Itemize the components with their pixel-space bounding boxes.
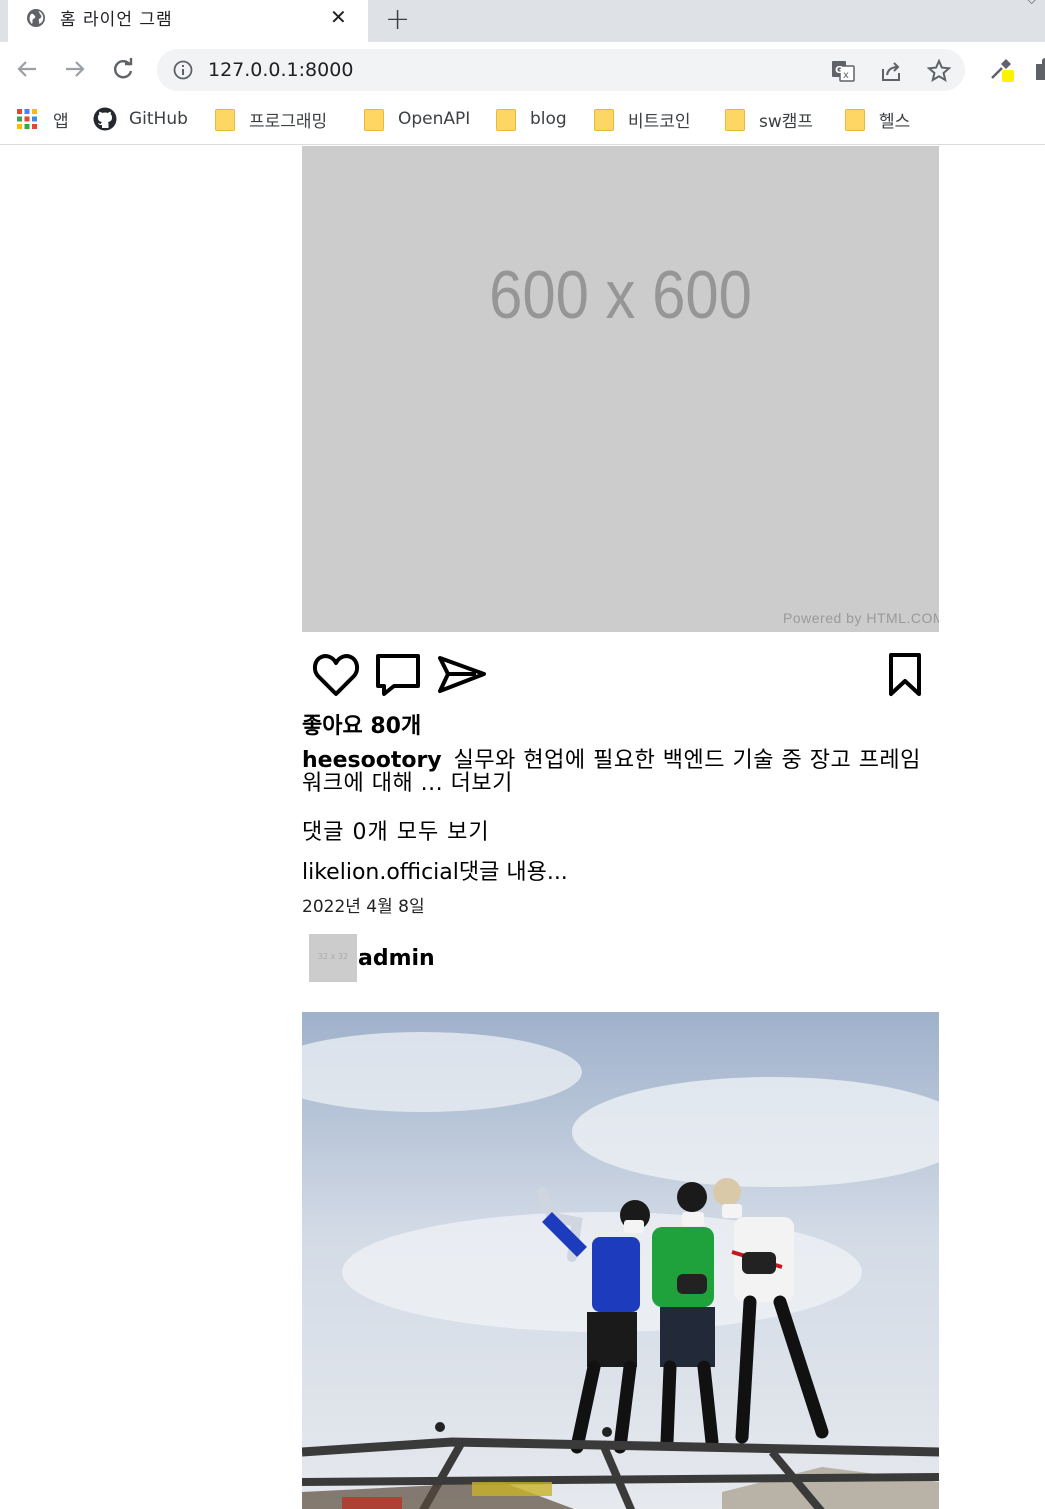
placeholder-watermark: Powered by HTML.COM	[783, 610, 939, 626]
apps-grid-icon	[17, 109, 37, 129]
bookmark-folder-blog[interactable]: blog	[496, 105, 567, 133]
bookmark-folder-openapi[interactable]: OpenAPI	[364, 105, 470, 133]
bookmark-folder-swcamp[interactable]: sw캠프	[725, 105, 813, 133]
likes-count: 좋아요 80개	[302, 714, 422, 739]
new-tab-button[interactable]: +	[385, 2, 410, 37]
folder-icon	[725, 109, 745, 131]
browser-tab[interactable]: 홈 라이언 그램 ✕	[8, 0, 368, 42]
bookmark-label: blog	[530, 109, 567, 129]
forward-arrow-icon[interactable]	[60, 54, 90, 84]
address-bar[interactable]: 127.0.0.1:8000 G x	[157, 49, 965, 91]
bookmark-folder-programming[interactable]: 프로그래밍	[215, 105, 327, 133]
back-arrow-icon[interactable]	[12, 54, 42, 84]
url-text[interactable]: 127.0.0.1:8000	[208, 59, 353, 81]
browser-toolbar: 127.0.0.1:8000 G x	[0, 42, 1045, 97]
folder-icon	[364, 109, 384, 131]
bookmark-label: sw캠프	[759, 111, 814, 132]
caption-author[interactable]: heesootory	[302, 748, 442, 773]
post-header: 32 x 32 admin	[309, 934, 435, 982]
translate-icon[interactable]: G x	[831, 59, 855, 83]
post-photo[interactable]	[302, 1012, 939, 1509]
bookmark-github[interactable]: GitHub	[93, 105, 188, 133]
bookmark-label: 프로그래밍	[249, 111, 328, 132]
bookmark-folder-health[interactable]: 헬스	[845, 105, 910, 133]
eyedropper-extension-icon[interactable]	[988, 56, 1014, 82]
page-viewport: 600 x 600 Powered by HTML.COM 좋아요 80개 he…	[0, 146, 1045, 1509]
tab-strip: 홈 라이언 그램 ✕ + ⌵	[0, 0, 1045, 42]
post-author[interactable]: admin	[358, 946, 435, 971]
post-date: 2022년 4월 8일	[302, 897, 425, 917]
send-icon[interactable]	[436, 654, 488, 696]
folder-icon	[845, 109, 865, 131]
bookmarks-bar: 앱 GitHub 프로그래밍 OpenAPI blog 비트코인 sw캠프 헬스	[0, 97, 1045, 145]
share-icon[interactable]	[879, 59, 903, 83]
bookmark-label: GitHub	[129, 109, 188, 129]
reload-icon[interactable]	[108, 54, 138, 84]
feed: 600 x 600 Powered by HTML.COM 좋아요 80개 he…	[302, 146, 939, 1509]
view-all-comments-link[interactable]: 댓글 0개 모두 보기	[302, 814, 490, 846]
bookmark-icon[interactable]	[886, 652, 924, 698]
bookmark-label: 비트코인	[628, 111, 691, 132]
bookmark-label: 헬스	[879, 111, 911, 132]
folder-icon	[496, 109, 516, 131]
bookmark-label: 앱	[53, 111, 69, 132]
folder-icon	[594, 109, 614, 131]
comment-preview: likelion.official댓글 내용...	[302, 860, 568, 885]
chevron-down-icon[interactable]: ⌵	[1026, 0, 1037, 8]
avatar[interactable]: 32 x 32	[309, 934, 357, 982]
bookmark-label: OpenAPI	[398, 109, 471, 129]
avatar-placeholder-text: 32 x 32	[317, 952, 349, 961]
tab-close-icon[interactable]: ✕	[330, 5, 347, 29]
comment-icon[interactable]	[374, 652, 424, 698]
folder-icon	[215, 109, 235, 131]
github-icon	[93, 107, 117, 131]
bookmark-folder-bitcoin[interactable]: 비트코인	[594, 105, 691, 133]
post-caption: heesootory 실무와 현업에 필요한 백엔드 기술 중 장고 프레임워크에…	[302, 749, 939, 795]
heart-icon[interactable]	[312, 652, 360, 698]
svg-text:x: x	[843, 70, 849, 81]
placeholder-size-text: 600 x 600	[489, 257, 752, 333]
tab-title: 홈 라이언 그램	[60, 10, 173, 30]
bookmark-star-icon[interactable]	[927, 59, 951, 83]
svg-text:G: G	[835, 65, 843, 76]
bookmark-apps[interactable]: 앱	[17, 105, 69, 133]
info-icon[interactable]	[173, 60, 193, 80]
post-image-placeholder[interactable]: 600 x 600 Powered by HTML.COM	[302, 146, 939, 632]
globe-icon	[27, 9, 45, 27]
puzzle-extension-icon[interactable]	[1032, 56, 1045, 82]
